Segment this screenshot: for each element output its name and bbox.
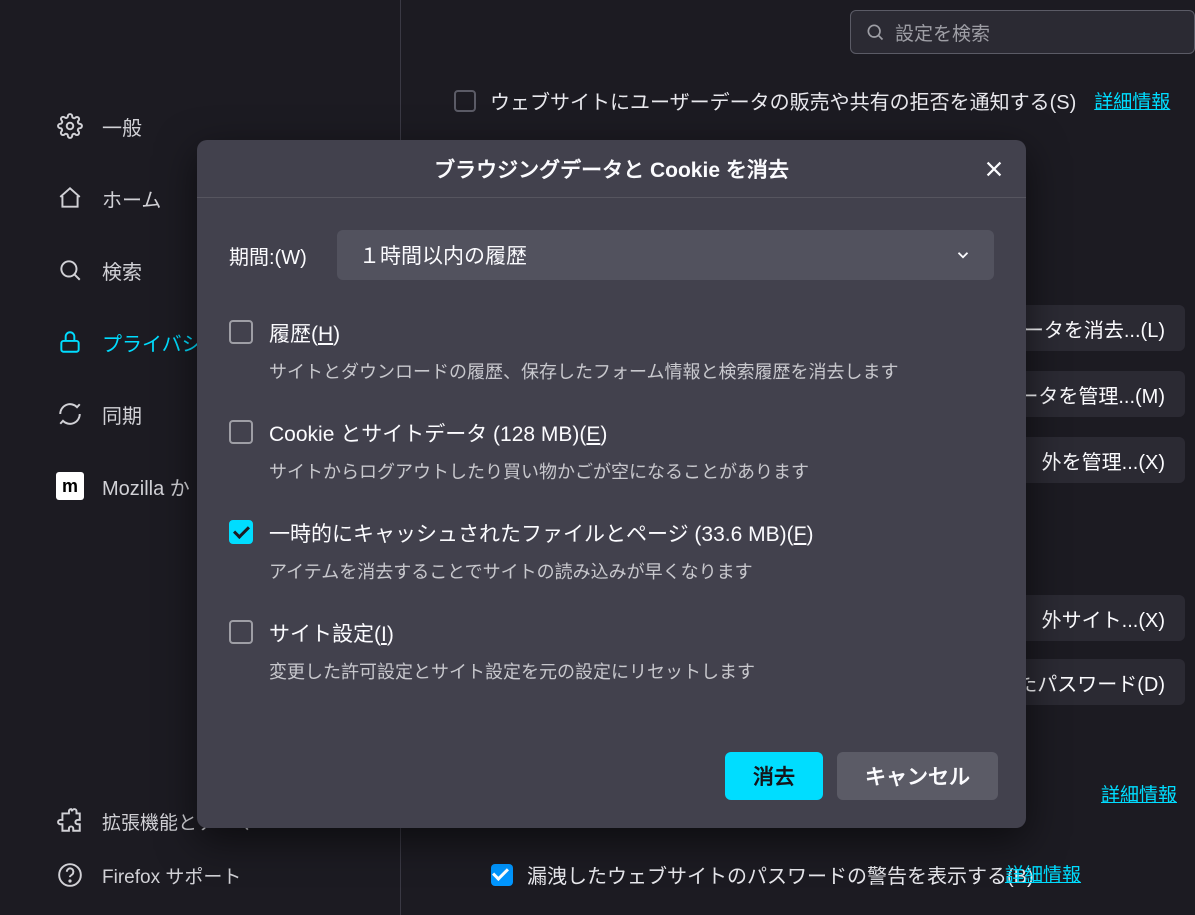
option-text: 履歴(H) サイトとダウンロードの履歴、保存したフォーム情報と検索履歴を消去します: [269, 318, 994, 384]
bg-breach-label: 漏洩したウェブサイトのパスワードの警告を表示する(B): [527, 860, 1034, 889]
time-range-label: 期間:(W): [229, 241, 319, 270]
time-range-value: １時間以内の履歴: [359, 240, 527, 270]
sidebar-item-label: 一般: [102, 112, 142, 141]
option-title: Cookie とサイトデータ (128 MB)(E): [269, 418, 994, 448]
clear-data-dialog: ブラウジングデータと Cookie を消去 期間:(W) １時間以内の履歴 履歴…: [197, 140, 1026, 828]
bg-top-setting-row: ウェブサイトにユーザーデータの販売や共有の拒否を通知する(S) 詳細情報: [454, 86, 1195, 115]
manage-exceptions-button[interactable]: 外を管理...(X): [998, 437, 1185, 483]
time-range-select[interactable]: １時間以内の履歴: [337, 230, 994, 280]
sidebar-item-label: 同期: [102, 400, 142, 429]
bg-top-setting-label: ウェブサイトにユーザーデータの販売や共有の拒否を通知する(S): [490, 86, 1076, 115]
option-description: アイテムを消去することでサイトの読み込みが早くなります: [269, 558, 994, 584]
manage-data-button[interactable]: ータを管理...(M): [998, 371, 1185, 417]
option-text: 一時的にキャッシュされたファイルとページ (33.6 MB)(F) アイテムを消去…: [269, 518, 994, 584]
checkbox[interactable]: [229, 320, 253, 344]
lock-icon: [56, 328, 84, 356]
close-button[interactable]: [978, 153, 1010, 185]
time-range-row: 期間:(W) １時間以内の履歴: [229, 230, 994, 280]
checkbox-checked[interactable]: [491, 864, 513, 886]
dialog-title: ブラウジングデータと Cookie を消去: [434, 154, 789, 184]
dialog-body: 期間:(W) １時間以内の履歴 履歴(H) サイトとダウンロードの履歴、保存したフ…: [197, 198, 1026, 752]
option-title: 一時的にキャッシュされたファイルとページ (33.6 MB)(F): [269, 518, 994, 548]
option-title: 履歴(H): [269, 318, 994, 348]
clear-option-row: Cookie とサイトデータ (128 MB)(E) サイトからログアウトしたり買…: [229, 418, 994, 484]
search-icon: [865, 22, 885, 42]
sync-icon: [56, 400, 84, 428]
close-icon: [983, 158, 1005, 180]
checkbox[interactable]: [229, 620, 253, 644]
bg-breach-row: 漏洩したウェブサイトのパスワードの警告を表示する(B): [491, 860, 1034, 889]
option-description: サイトからログアウトしたり買い物かごが空になることがあります: [269, 458, 994, 484]
more-info-link[interactable]: 詳細情報: [1101, 780, 1177, 807]
sidebar-item-label: ホーム: [102, 184, 161, 213]
sidebar-item-label: プライバシ: [102, 328, 202, 357]
clear-data-button[interactable]: ータを消去...(L): [998, 305, 1185, 351]
option-description: 変更した許可設定とサイト設定を元の設定にリセットします: [269, 658, 994, 684]
checkbox-checked[interactable]: [229, 520, 253, 544]
home-icon: [56, 184, 84, 212]
checkbox[interactable]: [454, 90, 476, 112]
option-text: サイト設定(I) 変更した許可設定とサイト設定を元の設定にリセットします: [269, 618, 994, 684]
cancel-button[interactable]: キャンセル: [837, 752, 998, 800]
mozilla-icon: m: [56, 472, 84, 500]
side-button-group: ータを消去...(L) ータを管理...(M) 外を管理...(X): [998, 305, 1185, 483]
dialog-header: ブラウジングデータと Cookie を消去: [197, 140, 1026, 198]
sidebar-item-support[interactable]: Firefox サポート: [56, 851, 376, 899]
option-description: サイトとダウンロードの履歴、保存したフォーム情報と検索履歴を消去します: [269, 358, 994, 384]
settings-search-input[interactable]: 設定を検索: [850, 10, 1195, 54]
clear-option-row: 一時的にキャッシュされたファイルとページ (33.6 MB)(F) アイテムを消去…: [229, 518, 994, 584]
gear-icon: [56, 112, 84, 140]
sidebar-item-label: Mozilla か: [102, 472, 190, 501]
checkbox[interactable]: [229, 420, 253, 444]
help-icon: [56, 861, 84, 889]
option-title: サイト設定(I): [269, 618, 994, 648]
puzzle-icon: [56, 807, 84, 835]
chevron-down-icon: [954, 246, 972, 264]
dialog-footer: 消去 キャンセル: [197, 752, 1026, 828]
more-info-link[interactable]: 詳細情報: [1005, 860, 1081, 887]
sidebar-item-label: 検索: [102, 256, 142, 285]
clear-option-row: 履歴(H) サイトとダウンロードの履歴、保存したフォーム情報と検索履歴を消去します: [229, 318, 994, 384]
clear-option-row: サイト設定(I) 変更した許可設定とサイト設定を元の設定にリセットします: [229, 618, 994, 684]
option-text: Cookie とサイトデータ (128 MB)(E) サイトからログアウトしたり買…: [269, 418, 994, 484]
clear-button[interactable]: 消去: [725, 752, 823, 800]
more-info-link[interactable]: 詳細情報: [1094, 87, 1170, 114]
sidebar-item-label: Firefox サポート: [102, 862, 241, 889]
search-placeholder: 設定を検索: [895, 19, 990, 46]
search-icon: [56, 256, 84, 284]
